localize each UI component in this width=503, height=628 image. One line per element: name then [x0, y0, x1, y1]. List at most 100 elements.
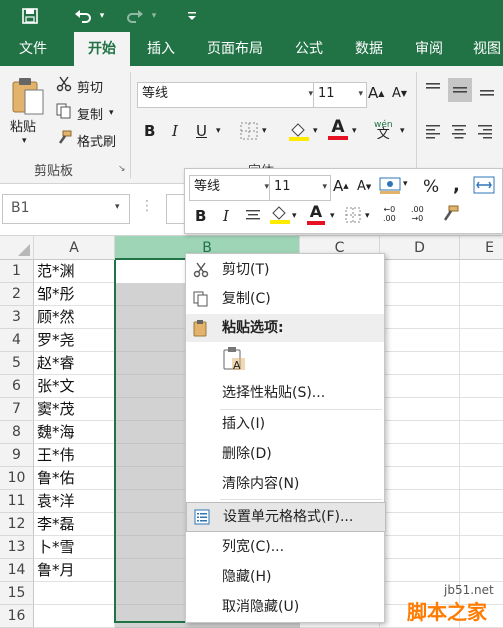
borders-dropdown-icon[interactable]: ▾: [262, 126, 267, 136]
mini-font-size-dropdown[interactable]: 11 ▾: [269, 175, 331, 201]
row-header[interactable]: 5: [0, 352, 34, 375]
name-box[interactable]: B1 ▾: [2, 194, 130, 224]
copy-button[interactable]: 复制 ▾: [56, 103, 114, 123]
cell[interactable]: [460, 352, 503, 375]
cell-a[interactable]: 袁*洋: [34, 490, 115, 513]
mini-align-center-icon[interactable]: [245, 207, 261, 223]
cell[interactable]: [380, 421, 460, 444]
align-center-icon[interactable]: [450, 122, 468, 140]
merge-center-icon[interactable]: [473, 175, 495, 195]
decrease-decimal-button[interactable]: .00 →0: [411, 205, 424, 223]
clipboard-launcher-icon[interactable]: ↘: [118, 164, 126, 174]
redo-icon[interactable]: [122, 4, 148, 28]
column-header-a[interactable]: A: [34, 236, 115, 260]
underline-dropdown-icon[interactable]: ▾: [216, 126, 221, 136]
menu-item-copy[interactable]: 复制(C): [186, 285, 384, 313]
save-icon[interactable]: [16, 4, 44, 28]
cell[interactable]: [380, 306, 460, 329]
cell[interactable]: [460, 283, 503, 306]
row-header[interactable]: 2: [0, 283, 34, 306]
cell-a[interactable]: 窦*茂: [34, 398, 115, 421]
cell-a[interactable]: 邹*彤: [34, 283, 115, 306]
align-middle-icon[interactable]: [448, 78, 472, 102]
cell-a[interactable]: 范*渊: [34, 260, 115, 283]
mini-italic-button[interactable]: I: [223, 207, 229, 225]
cell-a[interactable]: 王*伟: [34, 444, 115, 467]
cell-a[interactable]: 李*磊: [34, 513, 115, 536]
undo-dropdown-icon[interactable]: ▾: [97, 4, 107, 28]
cell[interactable]: [460, 421, 503, 444]
cell[interactable]: [380, 444, 460, 467]
tab-file[interactable]: 文件: [6, 32, 60, 66]
mini-bold-button[interactable]: B: [195, 207, 206, 225]
cell[interactable]: [460, 467, 503, 490]
column-header-e[interactable]: E: [460, 236, 503, 260]
tab-review[interactable]: 审阅: [404, 32, 454, 66]
row-header[interactable]: 10: [0, 467, 34, 490]
row-header[interactable]: 1: [0, 260, 34, 283]
menu-item-cut[interactable]: 剪切(T): [186, 256, 384, 284]
mini-shrink-font-button[interactable]: A ▼: [357, 179, 371, 194]
cell[interactable]: [380, 352, 460, 375]
cell[interactable]: [460, 329, 503, 352]
mini-format-painter-icon[interactable]: [441, 205, 459, 223]
bold-button[interactable]: B: [144, 122, 155, 140]
cell[interactable]: [380, 375, 460, 398]
cell-a[interactable]: 顾*然: [34, 306, 115, 329]
format-painter-button[interactable]: 格式刷: [56, 130, 116, 150]
row-header[interactable]: 8: [0, 421, 34, 444]
cell[interactable]: [380, 467, 460, 490]
cell-a[interactable]: 鲁*月: [34, 559, 115, 582]
menu-item-format-cells[interactable]: 设置单元格格式(F)...: [186, 502, 386, 532]
select-all-corner[interactable]: [0, 236, 34, 260]
cell[interactable]: [380, 559, 460, 582]
row-header[interactable]: 7: [0, 398, 34, 421]
cell[interactable]: [380, 536, 460, 559]
align-right-icon[interactable]: [476, 122, 494, 140]
paste-option-icon[interactable]: A: [222, 346, 248, 372]
mini-font-color-button[interactable]: A: [307, 203, 325, 225]
formula-input[interactable]: [166, 194, 186, 224]
cell-a[interactable]: 赵*睿: [34, 352, 115, 375]
redo-dropdown-icon[interactable]: ▾: [149, 4, 159, 28]
mini-font-name-dropdown[interactable]: 等线 ▾: [189, 175, 273, 201]
paste-icon[interactable]: [8, 74, 48, 118]
align-bottom-icon[interactable]: [478, 80, 496, 98]
accounting-dropdown-icon[interactable]: ▾: [403, 179, 408, 189]
comma-button[interactable]: ,: [453, 175, 460, 196]
tab-view[interactable]: 视图: [462, 32, 503, 66]
cell-a[interactable]: [34, 605, 115, 628]
row-header[interactable]: 16: [0, 605, 34, 628]
cell[interactable]: [460, 513, 503, 536]
cell-a[interactable]: 卜*雪: [34, 536, 115, 559]
font-color-dropdown-icon[interactable]: ▾: [352, 126, 357, 136]
cell-a[interactable]: 鲁*佑: [34, 467, 115, 490]
cell[interactable]: [380, 513, 460, 536]
mini-fill-color-icon[interactable]: [269, 203, 291, 225]
paste-button[interactable]: 粘贴: [10, 116, 36, 135]
row-header[interactable]: 14: [0, 559, 34, 582]
tab-page-layout[interactable]: 页面布局: [196, 32, 274, 66]
paste-dropdown-icon[interactable]: ▾: [22, 136, 27, 146]
grow-font-button[interactable]: A ▲: [368, 84, 384, 102]
cell[interactable]: [380, 398, 460, 421]
underline-button[interactable]: U: [196, 122, 207, 140]
align-top-icon[interactable]: [424, 80, 442, 98]
cell[interactable]: [460, 444, 503, 467]
fill-color-icon[interactable]: [288, 120, 310, 142]
row-header[interactable]: 6: [0, 375, 34, 398]
menu-item-unhide[interactable]: 取消隐藏(U): [186, 593, 384, 621]
phonetic-button[interactable]: wén 文: [374, 120, 393, 141]
tab-home[interactable]: 开始: [74, 32, 130, 66]
phonetic-dropdown-icon[interactable]: ▾: [400, 126, 405, 136]
row-header[interactable]: 12: [0, 513, 34, 536]
menu-item-hide[interactable]: 隐藏(H): [186, 563, 384, 591]
menu-item-paste-special[interactable]: 选择性粘贴(S)...: [186, 379, 384, 407]
cell[interactable]: [380, 490, 460, 513]
menu-item-column-width[interactable]: 列宽(C)...: [186, 533, 384, 561]
accounting-format-icon[interactable]: [379, 175, 401, 195]
increase-decimal-button[interactable]: ←0 .00: [383, 205, 396, 223]
font-size-dropdown[interactable]: 11 ▾: [313, 82, 367, 108]
cut-button[interactable]: 剪切: [56, 76, 103, 96]
mini-font-color-dropdown-icon[interactable]: ▾: [330, 211, 335, 221]
